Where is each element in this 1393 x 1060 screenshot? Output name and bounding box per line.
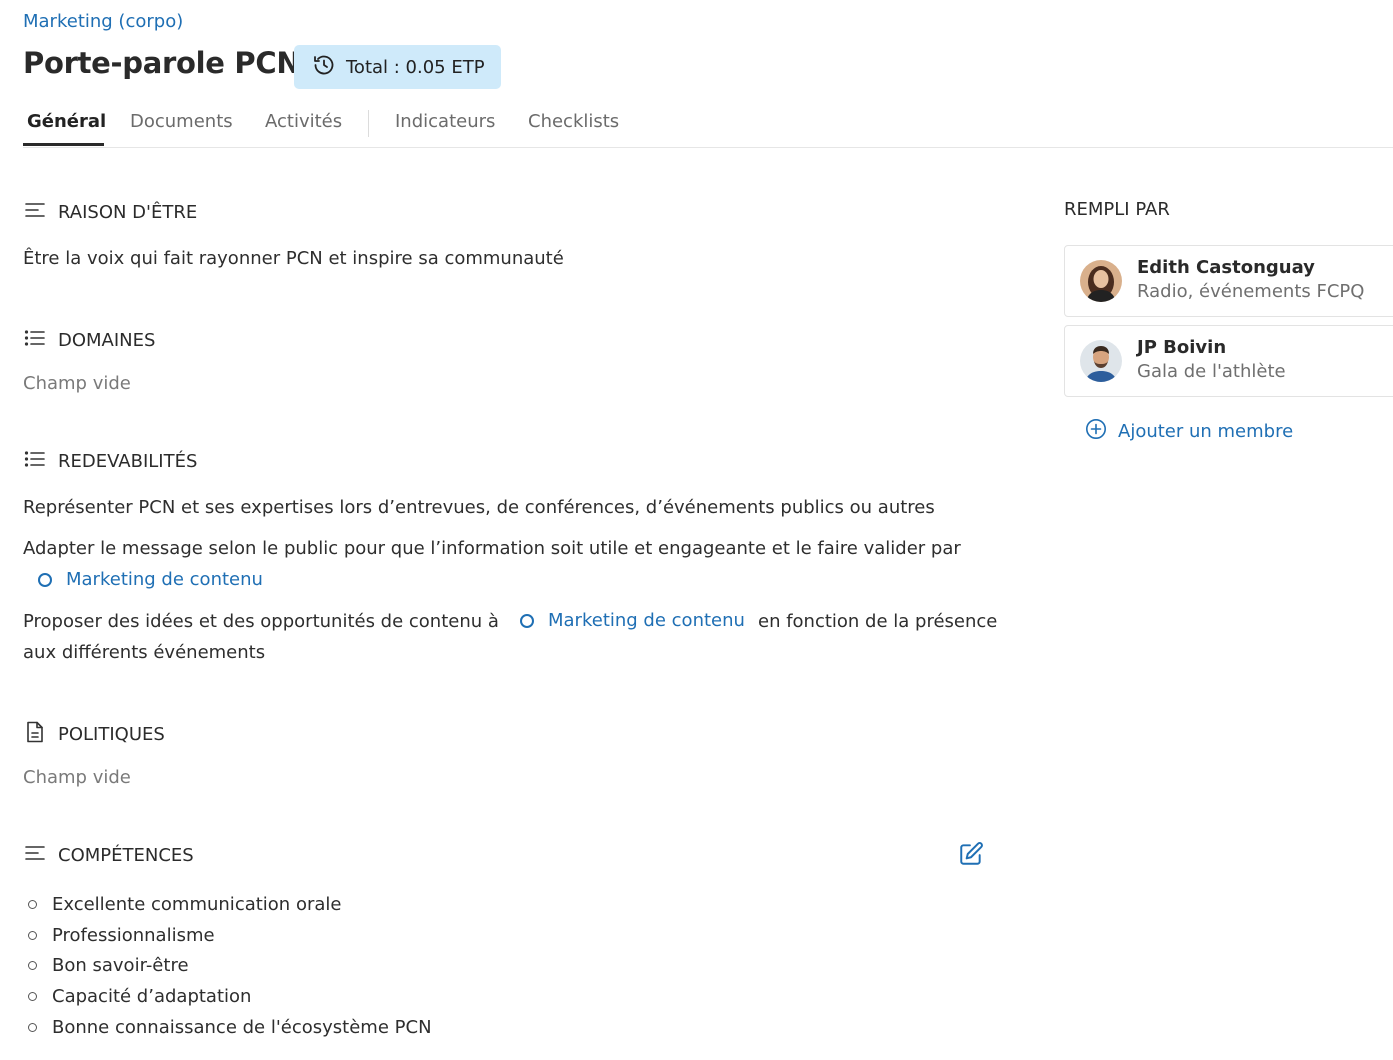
section-title: REDEVABILITÉS <box>58 451 198 472</box>
bullet <box>28 1023 37 1033</box>
add-member-button[interactable]: Ajouter un membre <box>1085 418 1293 445</box>
bullet <box>28 930 37 940</box>
list-item: Bon savoir-être <box>28 951 432 982</box>
tab-activites[interactable]: Activités <box>265 111 342 132</box>
breadcrumb[interactable]: Marketing (corpo) <box>23 11 183 32</box>
section-domaines-header: DOMAINES <box>24 327 155 354</box>
role-link-label: Marketing de contenu <box>548 610 745 631</box>
bullet <box>28 961 37 971</box>
add-member-label: Ajouter un membre <box>1118 421 1294 442</box>
tab-indicateurs[interactable]: Indicateurs <box>395 111 495 132</box>
section-raison-detre-header: RAISON D'ÊTRE <box>24 199 197 226</box>
redevabilite-item-text: Proposer des idées et des opportunités d… <box>23 611 499 632</box>
edit-icon[interactable] <box>958 841 984 867</box>
section-title: COMPÉTENCES <box>58 845 194 866</box>
domaines-empty: Champ vide <box>23 373 131 394</box>
raison-detre-text: Être la voix qui fait rayonner PCN et in… <box>23 248 564 269</box>
role-circle-icon <box>520 613 534 628</box>
member-subtitle: Radio, événements FCPQ <box>1137 281 1365 302</box>
redevabilite-item-text: aux différents événements <box>23 642 266 663</box>
tab-bar: Général Documents Activités Indicateurs … <box>23 106 1393 148</box>
competences-list: Excellente communication orale Professio… <box>28 889 432 1043</box>
etp-total-badge[interactable]: Total : 0.05 ETP <box>294 45 501 89</box>
list-item: Capacité d’adaptation <box>28 981 432 1012</box>
list-icon <box>24 448 46 475</box>
avatar <box>1080 260 1122 302</box>
redevabilite-item: Représenter PCN et ses expertises lors d… <box>23 497 935 518</box>
list-item: Bonne connaissance de l'écosystème PCN <box>28 1012 432 1043</box>
section-politiques-header: POLITIQUES <box>24 721 165 748</box>
member-name: Edith Castonguay <box>1137 257 1315 278</box>
section-title: RAISON D'ÊTRE <box>58 202 198 223</box>
bullet <box>28 899 37 909</box>
text-align-icon <box>24 842 46 869</box>
document-icon <box>24 721 46 748</box>
plus-circle-icon <box>1085 418 1107 445</box>
member-subtitle: Gala de l'athlète <box>1137 361 1286 382</box>
member-name: JP Boivin <box>1137 337 1227 358</box>
etp-total-label: Total : 0.05 ETP <box>346 56 485 78</box>
role-link-marketing-contenu[interactable]: Marketing de contenu <box>520 610 745 631</box>
tab-divider <box>368 110 369 137</box>
active-tab-indicator <box>23 143 104 146</box>
role-circle-icon <box>38 572 52 587</box>
section-title: POLITIQUES <box>58 724 165 745</box>
list-item: Professionnalisme <box>28 920 432 951</box>
tab-checklists[interactable]: Checklists <box>528 111 619 132</box>
role-link-marketing-contenu[interactable]: Marketing de contenu <box>38 569 263 590</box>
rempli-par-title: REMPLI PAR <box>1064 199 1170 220</box>
role-link-label: Marketing de contenu <box>66 569 263 590</box>
member-card[interactable]: Edith Castonguay Radio, événements FCPQ <box>1064 245 1393 317</box>
history-icon <box>312 53 336 82</box>
page-title: Porte-parole PCN <box>23 46 301 80</box>
redevabilite-item: Adapter le message selon le public pour … <box>23 538 961 559</box>
tab-documents[interactable]: Documents <box>130 111 233 132</box>
section-title: DOMAINES <box>58 330 156 351</box>
avatar <box>1080 340 1122 382</box>
text-align-icon <box>24 199 46 226</box>
list-item: Excellente communication orale <box>28 889 432 920</box>
redevabilite-item-text: en fonction de la présence <box>758 611 998 632</box>
politiques-empty: Champ vide <box>23 767 131 788</box>
list-icon <box>24 327 46 354</box>
bullet <box>28 992 37 1002</box>
section-redevabilites-header: REDEVABILITÉS <box>24 448 197 475</box>
tab-general[interactable]: Général <box>27 111 106 132</box>
member-card[interactable]: JP Boivin Gala de l'athlète <box>1064 325 1393 397</box>
section-competences-header: COMPÉTENCES <box>24 842 194 869</box>
